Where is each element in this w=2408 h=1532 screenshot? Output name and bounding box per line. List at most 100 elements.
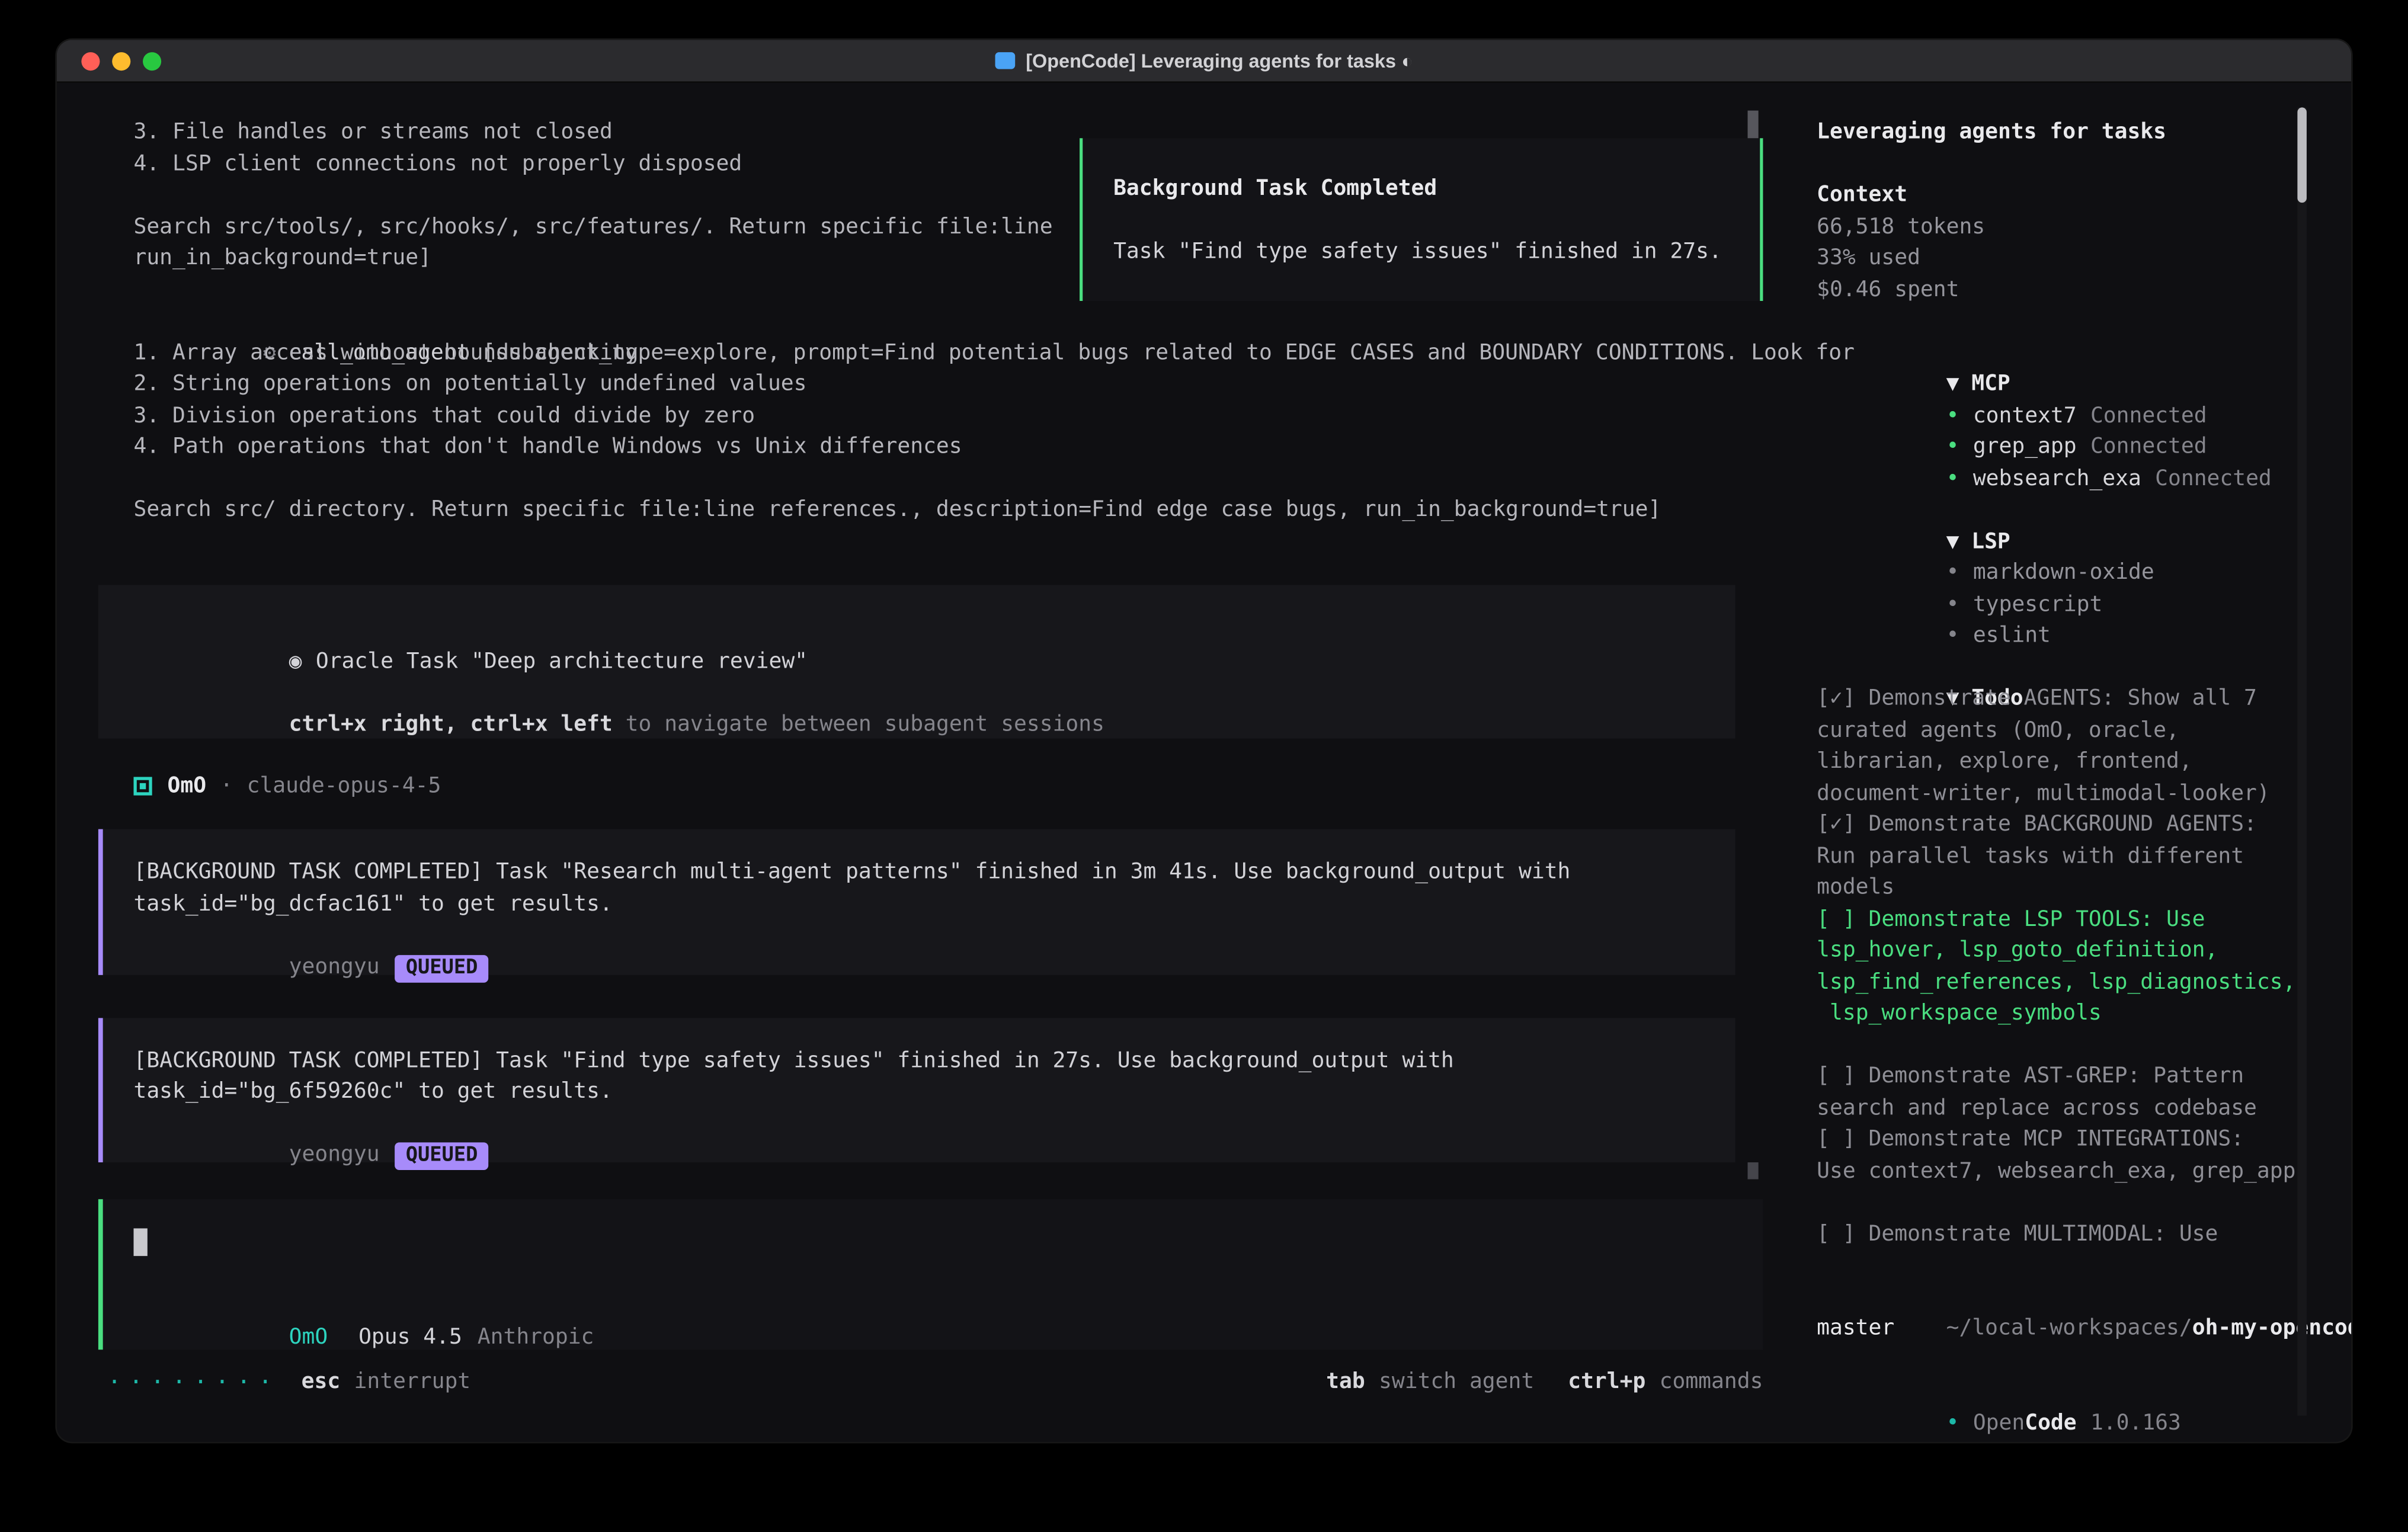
toast-title: Background Task Completed xyxy=(1113,174,1729,205)
mcp-name: grep_app xyxy=(1973,434,2077,459)
ctrlp-key-hint: ctrl+p xyxy=(1568,1369,1645,1393)
background-task-toast[interactable]: Background Task Completed Task "Find typ… xyxy=(1080,138,1763,301)
todo-item: [ ] Demonstrate LSP TOOLS: Use lsp_hover… xyxy=(1817,903,2351,1030)
oracle-hint-keys: ctrl+x right, ctrl+x left xyxy=(289,713,613,737)
mcp-header-label: MCP xyxy=(1971,371,2010,396)
workspace-repo: oh-my-opencode: xyxy=(2192,1316,2351,1340)
message-footer: yeongyuQUEUED xyxy=(133,1108,1700,1139)
lsp-dot: • xyxy=(1946,592,1959,616)
status-bar: ········ esc interrupt tab switch agent … xyxy=(107,1367,1763,1395)
oracle-hint-text: to navigate between subagent sessions xyxy=(613,713,1104,737)
version-number: 1.0.163 xyxy=(2090,1411,2181,1435)
chevron-down-icon: ▼ xyxy=(1946,371,1959,396)
window-title: [OpenCode] Leveraging agents for tasks ◐ xyxy=(1026,50,1413,71)
agent-header: OmO · claude-opus-4-5 xyxy=(133,774,1763,798)
prompt-input[interactable]: OmOOpus 4.5Anthropic xyxy=(98,1199,1763,1349)
esc-key-hint: esc xyxy=(302,1369,341,1393)
mcp-status: Connected xyxy=(2090,403,2207,427)
terminal-doc-icon xyxy=(995,52,1015,69)
oracle-task-panel[interactable]: ◉Oracle Task "Deep architecture review" … xyxy=(98,584,1735,738)
lsp-name: markdown-oxide xyxy=(1973,560,2154,585)
sidebar-scrollbar-track[interactable] xyxy=(2297,107,2307,1415)
ctrlp-key-label: commands xyxy=(1660,1369,1763,1393)
session-title: Leveraging agents for tasks xyxy=(1817,117,2351,148)
minimize-window-button[interactable] xyxy=(112,52,130,70)
toast-body: Task "Find type safety issues" finished … xyxy=(1113,236,1729,268)
message-author: yeongyu xyxy=(289,954,380,979)
text-cursor xyxy=(133,1228,147,1256)
traffic-lights xyxy=(81,52,161,70)
lsp-name: eslint xyxy=(1973,623,2051,648)
omo-agent-icon xyxy=(133,777,152,795)
mcp-status: Connected xyxy=(2090,434,2207,459)
blank-line xyxy=(98,463,1763,494)
blank-line xyxy=(1817,148,2351,180)
mcp-status: Connected xyxy=(2155,466,2272,491)
message-line: task_id="bg_dcfac161" to get results. xyxy=(133,888,1700,919)
version-line: •OpenCode1.0.163 xyxy=(1817,1376,2351,1407)
input-meta-line: OmOOpus 4.5Anthropic xyxy=(133,1290,1732,1321)
brand-code: Code xyxy=(2025,1411,2076,1435)
brand-open: Open xyxy=(1973,1411,2025,1435)
agent-model: claude-opus-4-5 xyxy=(247,774,441,798)
window-content: 3. File handles or streams not closed 4.… xyxy=(57,83,2351,1442)
blank-line xyxy=(1817,1030,2351,1061)
todo-item: [✓] Demonstrate BACKGROUND AGENTS: Run p… xyxy=(1817,809,2351,903)
lsp-header-label: LSP xyxy=(1971,529,2010,553)
message-line: task_id="bg_6f59260c" to get results. xyxy=(133,1076,1700,1108)
todo-item: [ ] Demonstrate AST-GREP: Pattern search… xyxy=(1817,1061,2351,1124)
mcp-name: context7 xyxy=(1973,403,2077,427)
background-task-message[interactable]: [BACKGROUND TASK COMPLETED] Task "Find t… xyxy=(98,1017,1735,1162)
blank-line xyxy=(133,1258,1732,1290)
sidebar-scrollbar-thumb[interactable] xyxy=(2297,107,2307,203)
tool-call-line: ⚙call_omo_agent [subagent_type=explore, … xyxy=(133,306,1763,337)
todo-item: [ ] Demonstrate MULTIMODAL: Use xyxy=(1817,1219,2351,1250)
window-title-area: [OpenCode] Leveraging agents for tasks ◐ xyxy=(57,50,2351,71)
esc-key-label: interrupt xyxy=(354,1369,471,1393)
version-dot: • xyxy=(1946,1411,1959,1435)
mcp-status-dot: • xyxy=(1946,403,1959,427)
context-spent: $0.46 spent xyxy=(1817,274,2351,306)
tool-call-args: [subagent_type=explore, prompt=Find pote… xyxy=(469,340,1855,364)
status-badge: QUEUED xyxy=(395,1142,489,1170)
zoom-window-button[interactable] xyxy=(143,52,161,70)
context-used: 33% used xyxy=(1817,243,2351,274)
titlebar[interactable]: [OpenCode] Leveraging agents for tasks ◐ xyxy=(57,40,2351,83)
lsp-name: typescript xyxy=(1973,592,2102,616)
mcp-section-header[interactable]: ▼MCP xyxy=(1817,337,2351,368)
log-line: Search src/ directory. Return specific f… xyxy=(133,495,1763,526)
tab-key-hint: tab xyxy=(1326,1369,1365,1393)
log-line: 2. String operations on potentially unde… xyxy=(133,368,1763,400)
workspace-path: ~/local-workspaces/ xyxy=(1946,1316,2192,1340)
oracle-task-title: Oracle Task "Deep architecture review" xyxy=(316,649,808,674)
message-author: yeongyu xyxy=(289,1142,380,1166)
log-line: 4. Path operations that don't handle Win… xyxy=(133,431,1763,463)
lsp-dot: • xyxy=(1946,623,1959,648)
main-scrollbar-block[interactable] xyxy=(1748,1162,1759,1180)
message-line: [BACKGROUND TASK COMPLETED] Task "Resear… xyxy=(133,857,1700,888)
input-model-name[interactable]: Opus 4.5 xyxy=(358,1324,462,1348)
blank-line xyxy=(1817,306,2351,337)
blank-line xyxy=(1817,1187,2351,1218)
spinner-dots: ········ xyxy=(107,1367,280,1395)
context-tokens: 66,518 tokens xyxy=(1817,211,2351,242)
mcp-name: websearch_exa xyxy=(1973,466,2141,491)
blank-line xyxy=(1113,205,1729,236)
input-cursor-line xyxy=(133,1227,1732,1258)
oracle-task-title-line: ◉Oracle Task "Deep architecture review" xyxy=(133,615,1700,646)
sidebar: Leveraging agents for tasks Context 66,5… xyxy=(1794,83,2351,1442)
oracle-hint-line: ctrl+x right, ctrl+x left to navigate be… xyxy=(133,678,1700,709)
context-header: Context xyxy=(1817,180,2351,211)
workspace-path-line: ~/local-workspaces/oh-my-opencode: xyxy=(1817,1281,2351,1313)
background-task-message[interactable]: [BACKGROUND TASK COMPLETED] Task "Resear… xyxy=(98,829,1735,975)
blank-line xyxy=(1817,1250,2351,1281)
close-window-button[interactable] xyxy=(81,52,100,70)
mcp-status-dot: • xyxy=(1946,466,1959,491)
tab-key-label: switch agent xyxy=(1379,1369,1534,1393)
todo-item: [ ] Demonstrate MCP INTEGRATIONS: Use co… xyxy=(1817,1124,2351,1187)
lsp-dot: • xyxy=(1946,560,1959,585)
app-window: [OpenCode] Leveraging agents for tasks ◐… xyxy=(57,40,2351,1441)
screen: [OpenCode] Leveraging agents for tasks ◐… xyxy=(0,0,2408,1532)
status-badge: QUEUED xyxy=(395,954,489,982)
mcp-status-dot: • xyxy=(1946,434,1959,459)
